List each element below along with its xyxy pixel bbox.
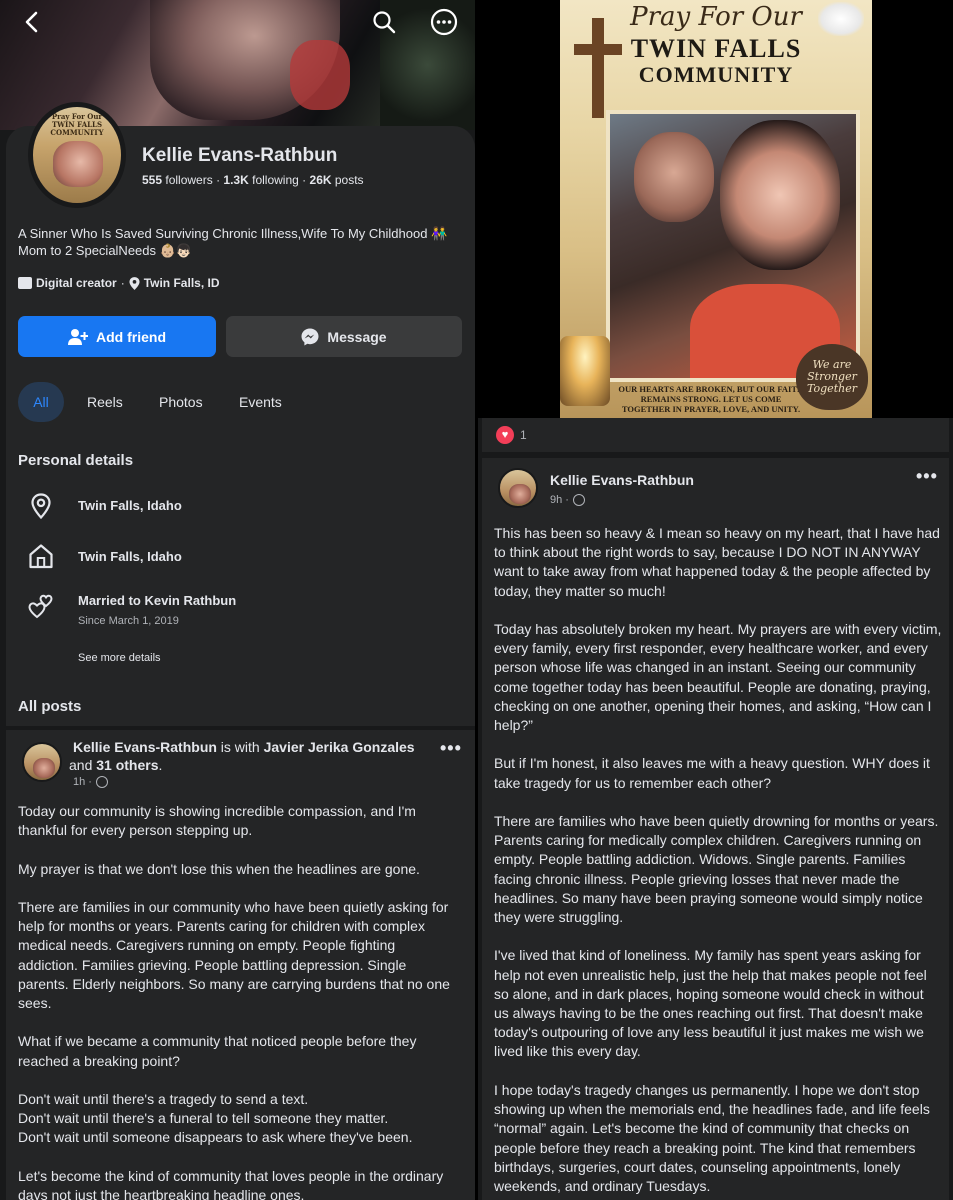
profile-meta: Digital creator · Twin Falls, ID [18, 276, 220, 290]
profile-avatar[interactable]: Pray For Our TWIN FALLS COMMUNITY [28, 102, 126, 208]
poster-title-line2: TWIN FALLS [630, 34, 802, 63]
profile-bio: A Sinner Who Is Saved Surviving Chronic … [18, 226, 448, 258]
message-button[interactable]: Message [226, 316, 462, 357]
creator-icon [18, 277, 32, 289]
search-icon[interactable] [368, 6, 400, 38]
posts-count: 26K [309, 173, 332, 187]
post-timestamp[interactable]: 9h · [550, 494, 585, 506]
location-pin-icon [129, 276, 140, 290]
messenger-icon [301, 328, 319, 345]
followers-count[interactable]: 555 [142, 173, 162, 187]
with-text: is with [216, 739, 264, 755]
home-icon [29, 544, 53, 569]
post-options-icon[interactable]: ••• [440, 738, 462, 759]
post-image[interactable]: Pray For Our TWIN FALLS COMMUNITY OUR HE… [560, 0, 872, 418]
stats-separator: · [302, 173, 307, 187]
post-detail-panel: Pray For Our TWIN FALLS COMMUNITY OUR HE… [478, 0, 953, 1200]
post-body: This has been so heavy & I mean so heavy… [494, 525, 942, 1194]
relationship-text[interactable]: Married to Kevin Rathbun [78, 593, 236, 608]
following-count[interactable]: 1.3K [223, 173, 248, 187]
personal-details-title: Personal details [18, 452, 134, 469]
reactions-bar[interactable]: ♥ 1 [482, 418, 949, 452]
followers-label[interactable]: followers [165, 173, 212, 187]
globe-icon [95, 776, 108, 788]
post-header: Kellie Evans-Rathbun is with Javier Jeri… [69, 738, 433, 774]
and-text: and [69, 757, 97, 773]
heart-reaction-icon: ♥ [496, 426, 514, 444]
post-timestamp[interactable]: 1h · [73, 776, 108, 788]
tab-reels[interactable]: Reels [87, 382, 123, 422]
hometown-text[interactable]: Twin Falls, Idaho [78, 549, 182, 564]
candle-graphic [560, 336, 610, 406]
post-author-avatar[interactable] [22, 742, 62, 782]
lives-in-text[interactable]: Twin Falls, Idaho [78, 498, 182, 513]
tab-all[interactable]: All [18, 382, 64, 422]
location-pin-icon [31, 493, 51, 519]
tab-photos[interactable]: Photos [159, 382, 203, 422]
all-posts-title: All posts [18, 698, 82, 715]
relationship-since: Since March 1, 2019 [78, 615, 179, 627]
profile-location[interactable]: Twin Falls, ID [144, 276, 220, 290]
posts-label: posts [334, 173, 364, 187]
couple-photo [606, 110, 860, 382]
globe-icon [572, 494, 585, 506]
more-icon[interactable] [428, 6, 460, 38]
add-friend-label: Add friend [96, 328, 166, 345]
post-author-avatar[interactable] [498, 468, 538, 508]
avatar-caption: Pray For Our TWIN FALLS COMMUNITY [50, 112, 104, 137]
post-author-name[interactable]: Kellie Evans-Rathbun [550, 472, 694, 488]
post-options-icon[interactable]: ••• [916, 466, 938, 487]
post-body: Today our community is showing incredibl… [18, 803, 450, 1200]
profile-stats: 555 followers · 1.3K following · 26K pos… [142, 173, 364, 187]
relationship-hearts-icon [28, 594, 53, 619]
back-arrow-icon[interactable] [16, 6, 48, 38]
profile-name: Kellie Evans-Rathbun [142, 145, 338, 166]
poster-heart-text: We are Stronger Together [796, 344, 868, 410]
post-time: 1h · [73, 776, 92, 788]
post-card: Kellie Evans-Rathbun is with Javier Jeri… [6, 730, 475, 1200]
poster-title-line1: Pray For Our [630, 2, 802, 32]
add-friend-button[interactable]: Add friend [18, 316, 216, 357]
tagged-person[interactable]: Javier Jerika Gonzales [264, 739, 415, 755]
period: . [158, 757, 163, 773]
see-more-details-link[interactable]: See more details [78, 652, 161, 664]
profile-panel: Pray For Our TWIN FALLS COMMUNITY Kellie… [0, 0, 475, 1200]
add-friend-icon [68, 328, 88, 345]
post-time: 9h · [550, 494, 569, 506]
post-author-name[interactable]: Kellie Evans-Rathbun [73, 739, 217, 755]
poster-title-line3: COMMUNITY [638, 62, 794, 87]
tagged-others[interactable]: 31 others [96, 757, 158, 773]
message-label: Message [327, 328, 387, 345]
poster-caption: OUR HEARTS ARE BROKEN, BUT OUR FAITH REM… [618, 384, 804, 414]
post-card: Kellie Evans-Rathbun 9h · ••• This has b… [482, 458, 949, 1200]
stats-separator: · [216, 173, 221, 187]
following-label[interactable]: following [252, 173, 299, 187]
profile-category: Digital creator [36, 276, 117, 290]
tab-events[interactable]: Events [239, 382, 282, 422]
reaction-count: 1 [520, 428, 527, 442]
profile-card [6, 126, 475, 726]
